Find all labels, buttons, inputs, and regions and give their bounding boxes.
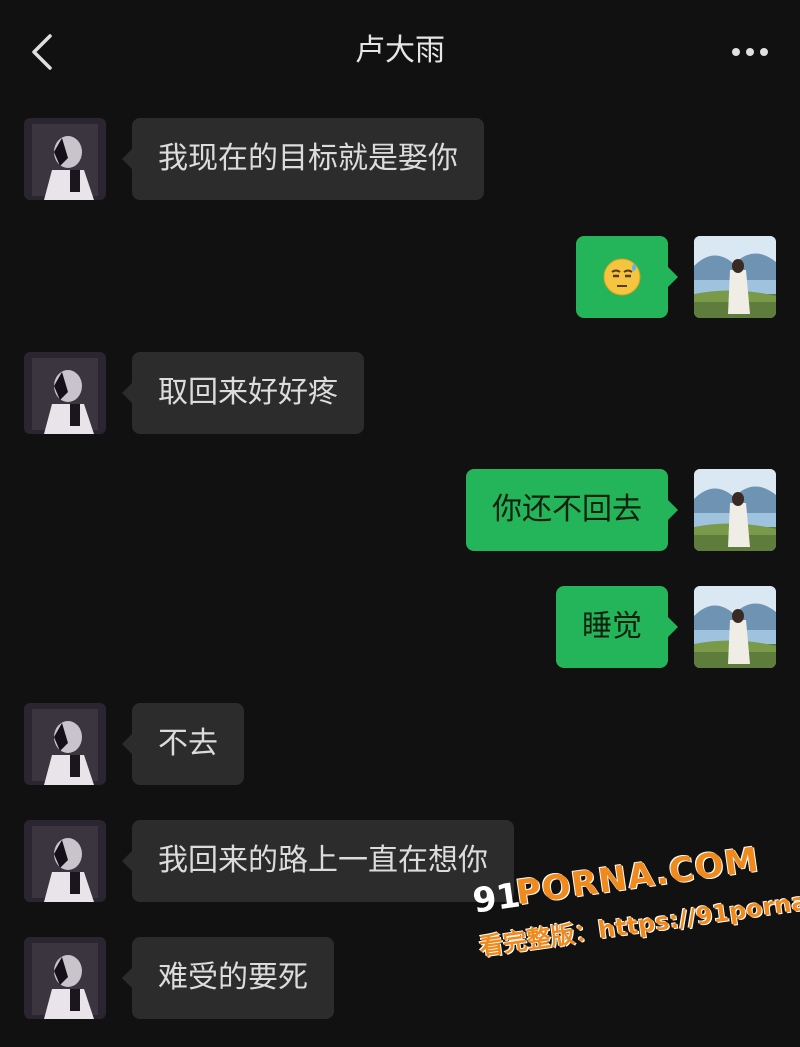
- more-options-button[interactable]: [728, 34, 772, 70]
- message-bubble-incoming[interactable]: 我现在的目标就是娶你: [122, 118, 484, 200]
- message-row: 取回来好好疼: [0, 352, 800, 436]
- chat-title: 卢大雨: [355, 33, 445, 68]
- my-avatar[interactable]: [694, 469, 776, 551]
- message-bubble-incoming[interactable]: 我回来的路上一直在想你: [122, 820, 514, 902]
- contact-avatar[interactable]: [24, 703, 106, 785]
- contact-avatar[interactable]: [24, 937, 106, 1019]
- message-row: 不去: [0, 703, 800, 787]
- message-bubble-incoming[interactable]: 难受的要死: [122, 937, 334, 1019]
- back-button[interactable]: [22, 28, 66, 76]
- my-avatar[interactable]: [694, 586, 776, 668]
- my-avatar[interactable]: [694, 236, 776, 318]
- message-bubble-outgoing[interactable]: 睡觉: [556, 586, 678, 668]
- message-bubble-outgoing[interactable]: 你还不回去: [466, 469, 678, 551]
- message-bubble-outgoing[interactable]: [576, 236, 678, 318]
- message-row: 我现在的目标就是娶你: [0, 118, 800, 202]
- contact-avatar[interactable]: [24, 118, 106, 200]
- message-row: 睡觉: [0, 586, 800, 670]
- chat-header: 卢大雨: [0, 0, 800, 98]
- chevron-left-icon: [32, 34, 52, 70]
- sweat-smile-emoji: [603, 258, 641, 296]
- more-dots-icon: [732, 48, 768, 56]
- contact-avatar[interactable]: [24, 820, 106, 902]
- message-row: 你还不回去: [0, 469, 800, 553]
- message-row: [0, 236, 800, 320]
- message-bubble-incoming[interactable]: 取回来好好疼: [122, 352, 364, 434]
- message-bubble-incoming[interactable]: 不去: [122, 703, 244, 785]
- contact-avatar[interactable]: [24, 352, 106, 434]
